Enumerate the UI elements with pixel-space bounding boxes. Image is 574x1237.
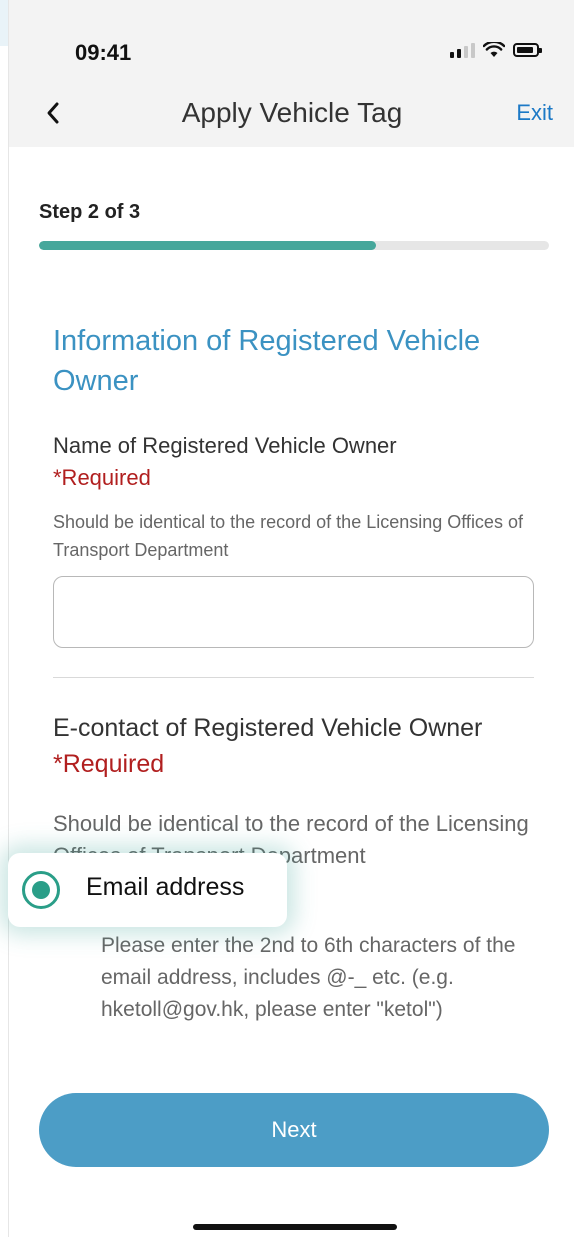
signal-icon: [450, 42, 475, 58]
section-title: Information of Registered Vehicle Owner: [53, 325, 481, 397]
email-address-radio-option[interactable]: Email address: [8, 853, 287, 927]
phone-frame: 09:41 Apply Vehicle Tag Exit Step 2 of 3…: [8, 0, 574, 1237]
home-indicator: [193, 1224, 397, 1230]
owner-name-input[interactable]: [53, 576, 534, 648]
radio-dot: [32, 881, 50, 899]
owner-name-required: *Required: [53, 465, 151, 490]
status-icons: [450, 42, 542, 58]
battery-icon: [513, 43, 542, 57]
radio-selected-icon[interactable]: [22, 871, 60, 909]
next-button[interactable]: Next: [39, 1093, 549, 1167]
wifi-icon: [483, 42, 505, 57]
divider: [53, 677, 534, 678]
e-contact-required: *Required: [53, 750, 165, 778]
owner-name-label-text: Name of Registered Vehicle Owner: [53, 433, 397, 458]
e-contact-label: E-contact of Registered Vehicle Owner *R…: [53, 710, 523, 782]
e-contact-label-text: E-contact of Registered Vehicle Owner: [53, 714, 483, 742]
app-screen: 09:41 Apply Vehicle Tag Exit Step 2 of 3…: [0, 0, 574, 1237]
owner-name-help: Should be identical to the record of the…: [53, 512, 523, 560]
step-label: Step 2 of 3: [39, 201, 141, 223]
page-title: Apply Vehicle Tag: [181, 97, 403, 128]
progress-bar: [39, 241, 549, 250]
email-hint: Please enter the 2nd to 6th characters o…: [101, 934, 516, 1021]
email-address-label: Email address: [86, 873, 245, 901]
progress-fill: [39, 241, 376, 250]
top-bar: 09:41 Apply Vehicle Tag Exit: [9, 0, 574, 147]
owner-name-label: Name of Registered Vehicle Owner *Requir…: [53, 430, 523, 494]
status-time: 09:41: [75, 40, 132, 65]
exit-button[interactable]: Exit: [516, 100, 553, 126]
